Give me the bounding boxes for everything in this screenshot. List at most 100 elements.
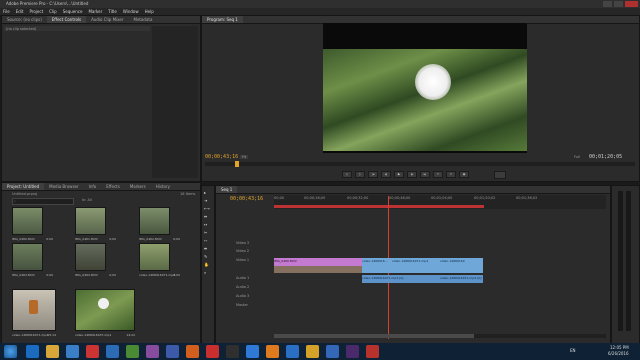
time-ruler[interactable]: 00;00 00;00;16;00 00;00;32;00 00;00;48;0… [274,195,606,209]
ripple-edit-tool-icon[interactable]: ⟷ [204,206,211,211]
slide-tool-icon[interactable]: ⇼ [204,246,211,251]
razor-tool-icon[interactable]: ✂ [204,230,211,235]
track-select-tool-icon[interactable]: ⇥ [204,198,211,203]
lift-button[interactable]: ⇧ [433,171,443,178]
app-icon[interactable] [246,345,259,358]
track-audio-3[interactable]: Audio 3 [236,294,249,298]
rate-stretch-tool-icon[interactable]: ↔ [204,222,211,227]
mark-out-button[interactable]: } [355,171,365,178]
extract-button[interactable]: ⇪ [446,171,456,178]
track-audio-2[interactable]: Audio 2 [236,285,249,289]
language-indicator[interactable]: EN [570,348,576,353]
timeline-clip[interactable]: video-14689160 [440,258,483,273]
tab-markers[interactable]: Markers [125,183,151,190]
tab-info[interactable]: Info [84,183,102,190]
tab-media-browser[interactable]: Media Browser [44,183,84,190]
play-button[interactable]: ▶ [394,171,404,178]
app-icon[interactable] [366,345,379,358]
project-item[interactable]: IMG_0463.MOV 0;00 [12,243,53,277]
app-icon[interactable] [206,345,219,358]
premiere-icon[interactable] [346,345,359,358]
project-item[interactable]: IMG_0460.MOV 0;00 [12,207,53,241]
track-video-1[interactable]: Video 1 [236,258,249,262]
track-master[interactable]: Master [236,303,248,307]
program-timecode[interactable]: 00;00;43;16 [205,154,238,160]
timeline-timecode[interactable]: 00;00;43;16 [230,196,263,202]
app-icon[interactable] [166,345,179,358]
zoom-select[interactable]: Fit [240,155,249,159]
menu-clip[interactable]: Clip [49,8,57,15]
step-forward-button[interactable]: |▸ [407,171,417,178]
skype-icon[interactable] [106,345,119,358]
minimize-button[interactable] [603,1,612,7]
selection-tool-icon[interactable]: ▸ [204,190,211,195]
mark-in-button[interactable]: { [342,171,352,178]
tab-effects[interactable]: Effects [101,183,125,190]
resolution-select[interactable]: Full [574,155,580,159]
menu-edit[interactable]: Edit [16,8,24,15]
timeline-clip-thumbnails[interactable] [274,266,362,273]
go-to-in-button[interactable]: |◂ [368,171,378,178]
tab-metadata[interactable]: Metadata [129,16,158,23]
timeline-clip[interactable]: video-1468916071.mp4 [392,258,440,273]
app-icon[interactable] [186,345,199,358]
tab-history[interactable]: History [151,183,175,190]
rolling-edit-tool-icon[interactable]: ⇹ [204,214,211,219]
app-icon[interactable] [126,345,139,358]
track-video-2[interactable]: Video 2 [236,249,249,253]
close-button[interactable] [625,1,638,7]
app-icon[interactable] [146,345,159,358]
scrollbar-thumb[interactable] [274,334,474,338]
work-area-bar[interactable] [274,205,484,208]
in-filter-select[interactable]: In: All [82,198,92,202]
app-icon[interactable] [226,345,239,358]
program-playhead[interactable] [235,161,239,167]
project-item[interactable]: IMG_0464.MOV 0;00 [75,243,116,277]
tab-project[interactable]: Project: Untitled [2,183,45,190]
tab-program[interactable]: Program: Seq 1 [202,16,243,23]
project-item[interactable]: IMG_0462.MOV 0;00 [139,207,180,241]
media-player-icon[interactable] [66,345,79,358]
ie-icon[interactable] [26,345,39,358]
track-audio-1[interactable]: Audio 1 [236,276,249,280]
menu-project[interactable]: Project [29,8,43,15]
project-item[interactable]: video-1468916037.mp4 14;22 [75,289,135,337]
step-back-button[interactable]: ◂| [381,171,391,178]
start-button-icon[interactable] [4,345,17,358]
app-icon[interactable] [86,345,99,358]
project-item[interactable]: video-1468916071.mp4 15;14 [12,289,56,337]
menu-sequence[interactable]: Sequence [63,8,83,15]
menu-title[interactable]: Title [108,8,117,15]
program-scrub-bar[interactable] [205,161,635,167]
timeline-audio-clip[interactable]: video-1468916071.mp4 [A] [440,275,483,283]
hand-tool-icon[interactable]: ✋ [204,262,211,267]
timeline-scrollbar[interactable] [274,334,606,338]
app-icon[interactable] [326,345,339,358]
explorer-icon[interactable] [46,345,59,358]
menu-help[interactable]: Help [145,8,154,15]
project-item[interactable]: video-1468916071.mp4 0;00 [139,243,180,277]
tab-effect-controls[interactable]: Effect Controls [46,16,87,23]
maximize-button[interactable] [614,1,623,7]
menu-window[interactable]: Window [123,8,139,15]
search-input[interactable]: ⌕ [12,198,74,205]
pen-tool-icon[interactable]: ✎ [204,254,211,259]
zoom-tool-icon[interactable]: ⌕ [204,270,211,275]
app-icon[interactable] [286,345,299,358]
button-editor-button[interactable] [494,171,506,179]
clock-time[interactable]: 12:05 PM [610,345,629,350]
export-frame-button[interactable]: ◉ [459,171,469,178]
timeline-clip[interactable]: IMG_0460.MOV [274,258,362,266]
timeline-clip[interactable]: video-1468916... [362,258,392,273]
slip-tool-icon[interactable]: ⇿ [204,238,211,243]
go-to-out-button[interactable]: ▸| [420,171,430,178]
clock-date[interactable]: 6/26/2016 [608,351,629,356]
tab-audio-mixer[interactable]: Audio Clip Mixer [86,16,128,23]
timeline-audio-clip[interactable]: video-1468916071.mp4 [A] [362,275,440,283]
firefox-icon[interactable] [266,345,279,358]
menu-file[interactable]: File [3,8,10,15]
track-video-3[interactable]: Video 3 [236,241,249,245]
project-item[interactable]: IMG_0461.MOV 0;00 [75,207,116,241]
tab-source[interactable]: Source: (no clips) [2,16,47,23]
tab-sequence[interactable]: Seq 1 [216,186,238,193]
